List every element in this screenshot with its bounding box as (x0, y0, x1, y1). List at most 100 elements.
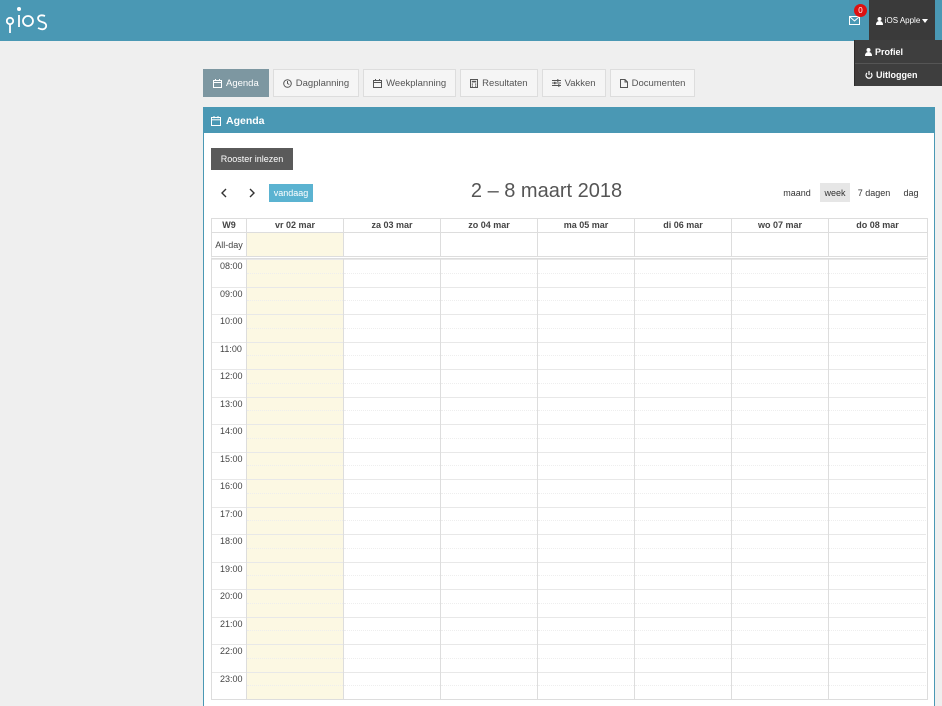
time-slot[interactable] (441, 286, 537, 301)
time-slot[interactable] (829, 547, 926, 562)
time-slot[interactable] (247, 382, 343, 397)
time-slot[interactable] (635, 616, 731, 631)
time-slot[interactable] (635, 410, 731, 424)
time-slot[interactable] (732, 492, 828, 507)
time-slot[interactable] (344, 465, 440, 479)
time-slot[interactable] (344, 410, 440, 424)
menu-item-uitloggen[interactable]: Uitloggen (855, 63, 942, 86)
time-slot[interactable] (538, 644, 634, 658)
time-slot[interactable] (441, 314, 537, 328)
time-slot[interactable] (829, 451, 926, 466)
view-maand-button[interactable]: maand (779, 183, 815, 202)
time-slot[interactable] (635, 547, 731, 562)
time-slot[interactable] (538, 300, 634, 314)
time-slot[interactable] (538, 314, 634, 328)
time-slot[interactable] (441, 410, 537, 424)
time-slot[interactable] (344, 259, 440, 273)
time-slot[interactable] (829, 396, 926, 411)
time-slot[interactable] (441, 657, 537, 672)
time-slot[interactable] (247, 534, 343, 548)
time-slot[interactable] (538, 685, 634, 699)
time-slot[interactable] (732, 685, 828, 699)
time-slot[interactable] (344, 534, 440, 548)
time-slot[interactable] (829, 369, 926, 383)
time-slot[interactable] (247, 492, 343, 507)
time-slot[interactable] (635, 630, 731, 644)
time-slot[interactable] (732, 671, 828, 686)
time-slot[interactable] (247, 616, 343, 631)
time-slot[interactable] (732, 369, 828, 383)
time-slot[interactable] (732, 534, 828, 548)
time-slot[interactable] (538, 657, 634, 672)
time-slot[interactable] (829, 437, 926, 452)
time-slot[interactable] (829, 506, 926, 521)
time-slot[interactable] (441, 369, 537, 383)
time-slot[interactable] (732, 424, 828, 438)
time-slot[interactable] (441, 341, 537, 356)
time-slot[interactable] (635, 437, 731, 452)
time-slot[interactable] (732, 272, 828, 287)
time-slot[interactable] (441, 451, 537, 466)
time-slot[interactable] (441, 259, 537, 273)
time-slot[interactable] (635, 382, 731, 397)
time-slot[interactable] (344, 685, 440, 699)
allday-cell[interactable] (440, 233, 537, 256)
time-slot[interactable] (829, 424, 926, 438)
allday-cell[interactable] (537, 233, 634, 256)
time-slot[interactable] (344, 520, 440, 534)
next-week-button[interactable] (244, 184, 260, 202)
time-slot[interactable] (441, 479, 537, 493)
time-slot[interactable] (635, 479, 731, 493)
time-slot[interactable] (441, 396, 537, 411)
time-slot[interactable] (635, 341, 731, 356)
time-slot[interactable] (732, 520, 828, 534)
time-slot[interactable] (829, 671, 926, 686)
time-slot[interactable] (441, 630, 537, 644)
allday-cell[interactable] (828, 233, 926, 256)
time-slot[interactable] (732, 465, 828, 479)
time-slot[interactable] (538, 451, 634, 466)
time-slot[interactable] (829, 314, 926, 328)
time-slot[interactable] (538, 369, 634, 383)
tab-agenda[interactable]: Agenda (203, 69, 269, 97)
time-slot[interactable] (344, 437, 440, 452)
time-slot[interactable] (441, 589, 537, 603)
time-slot[interactable] (441, 616, 537, 631)
time-slot[interactable] (732, 589, 828, 603)
time-slot[interactable] (635, 520, 731, 534)
time-slot[interactable] (829, 589, 926, 603)
time-slot[interactable] (829, 382, 926, 397)
time-slot[interactable] (247, 671, 343, 686)
time-slot[interactable] (441, 671, 537, 686)
time-slot[interactable] (247, 547, 343, 562)
time-slot[interactable] (538, 410, 634, 424)
time-slot[interactable] (344, 382, 440, 397)
time-slot[interactable] (538, 396, 634, 411)
time-slot[interactable] (247, 286, 343, 301)
time-slot[interactable] (538, 506, 634, 521)
allday-cell[interactable] (343, 233, 440, 256)
time-slot[interactable] (344, 479, 440, 493)
time-slot[interactable] (247, 506, 343, 521)
time-slot[interactable] (247, 644, 343, 658)
time-slot[interactable] (538, 534, 634, 548)
prev-week-button[interactable] (216, 184, 232, 202)
time-slot[interactable] (732, 479, 828, 493)
tab-dagplanning[interactable]: Dagplanning (272, 69, 360, 97)
time-slot[interactable] (732, 657, 828, 672)
time-slot[interactable] (441, 382, 537, 397)
time-slot[interactable] (635, 259, 731, 273)
time-slot[interactable] (732, 314, 828, 328)
time-slot[interactable] (344, 589, 440, 603)
view-week-button[interactable]: week (820, 183, 850, 202)
allday-cell[interactable] (246, 233, 343, 256)
time-slot[interactable] (635, 424, 731, 438)
time-slot[interactable] (635, 396, 731, 411)
time-slot[interactable] (635, 671, 731, 686)
time-slot[interactable] (247, 657, 343, 672)
time-slot[interactable] (344, 602, 440, 617)
time-slot[interactable] (732, 630, 828, 644)
time-slot[interactable] (732, 506, 828, 521)
time-slot[interactable] (344, 355, 440, 369)
time-slot[interactable] (732, 644, 828, 658)
